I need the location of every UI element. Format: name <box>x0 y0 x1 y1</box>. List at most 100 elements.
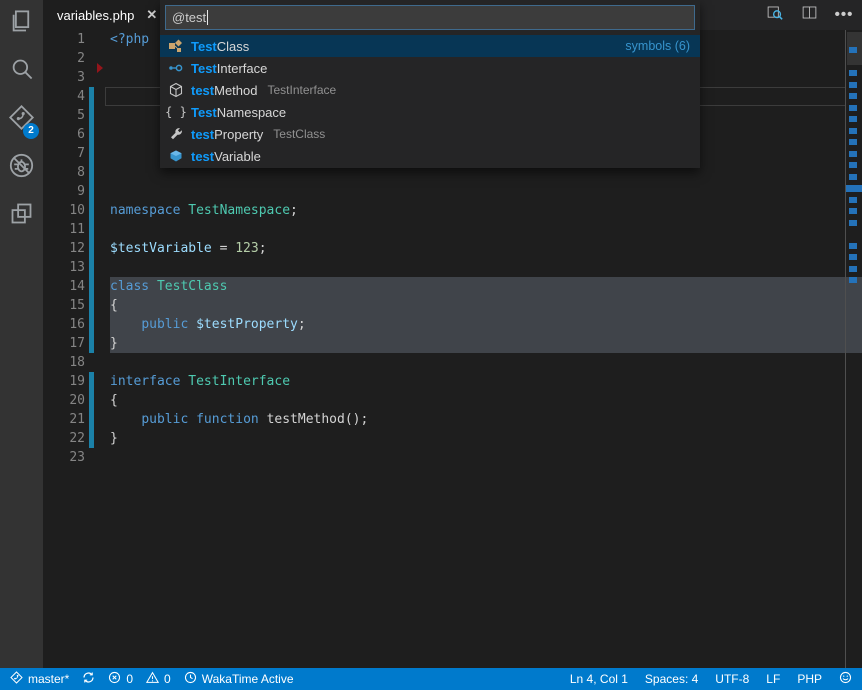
status-bar-item-feedback[interactable] <box>839 671 852 687</box>
quick-open-result-testMethod[interactable]: testMethodTestInterface <box>160 79 700 101</box>
split-editor-button[interactable] <box>799 5 819 25</box>
line-number[interactable]: 16 <box>43 315 85 334</box>
quick-open-result-TestClass[interactable]: TestClasssymbols (6) <box>160 35 700 57</box>
status-bar-item-label: Ln 4, Col 1 <box>570 672 628 686</box>
split-editor-icon <box>801 4 818 26</box>
code-line-22[interactable]: 22} <box>43 429 862 448</box>
status-bar-item-errors[interactable]: 0 <box>108 671 133 687</box>
status-bar-item-language-mode[interactable]: PHP <box>797 672 822 686</box>
activity-bar-item-search[interactable] <box>0 48 43 96</box>
line-number[interactable]: 14 <box>43 277 85 296</box>
code-line-9[interactable]: 9 <box>43 182 862 201</box>
symbol-label: TestClass <box>191 39 249 54</box>
line-number[interactable]: 4 <box>43 87 85 106</box>
tab-variables-php[interactable]: variables.php ✕ <box>43 0 167 30</box>
quick-open-result-TestNamespace[interactable]: { }TestNamespace <box>160 101 700 123</box>
symbol-label: TestNamespace <box>191 105 286 120</box>
line-number[interactable]: 1 <box>43 30 85 49</box>
code-line-15[interactable]: 15{ <box>43 296 862 315</box>
symbol-label: testVariable <box>191 149 261 164</box>
line-number[interactable]: 2 <box>43 49 85 68</box>
code-line-23[interactable]: 23 <box>43 448 862 467</box>
sync-icon <box>82 671 95 687</box>
git-modified-gutter-indicator <box>89 391 94 410</box>
text-cursor <box>207 10 208 25</box>
code-line-18[interactable]: 18 <box>43 353 862 372</box>
line-number[interactable]: 9 <box>43 182 85 201</box>
activity-bar: 2 <box>0 0 43 668</box>
line-number[interactable]: 11 <box>43 220 85 239</box>
code-text: <?php <box>110 30 149 49</box>
code-text: $testVariable = 123; <box>110 239 267 258</box>
code-text: interface TestInterface <box>110 372 290 391</box>
code-line-19[interactable]: 19 interface TestInterface <box>43 372 862 391</box>
overview-ruler-mark <box>849 93 857 99</box>
line-number[interactable]: 19 <box>43 372 85 391</box>
overview-ruler-mark <box>849 128 857 134</box>
line-number[interactable]: 18 <box>43 353 85 372</box>
line-number[interactable]: 8 <box>43 163 85 182</box>
code-line-17[interactable]: 17} <box>43 334 862 353</box>
more-actions-button[interactable]: ••• <box>834 5 854 25</box>
status-bar-item-cursor-position[interactable]: Ln 4, Col 1 <box>570 672 628 686</box>
code-line-10[interactable]: 10 namespace TestNamespace; <box>43 201 862 220</box>
warning-icon <box>146 671 159 687</box>
line-number[interactable]: 15 <box>43 296 85 315</box>
more-actions-icon: ••• <box>835 10 854 20</box>
line-number[interactable]: 3 <box>43 68 85 87</box>
overview-ruler-mark <box>849 82 857 88</box>
overview-ruler-mark <box>849 105 857 111</box>
line-number[interactable]: 22 <box>43 429 85 448</box>
line-number[interactable]: 20 <box>43 391 85 410</box>
line-number[interactable]: 6 <box>43 125 85 144</box>
line-number[interactable]: 10 <box>43 201 85 220</box>
quick-open-input[interactable]: @test <box>165 5 695 30</box>
status-bar-item-label: 0 <box>126 672 133 686</box>
status-bar-item-eol[interactable]: LF <box>766 672 780 686</box>
line-number[interactable]: 21 <box>43 410 85 429</box>
quick-open-result-testProperty[interactable]: testPropertyTestClass <box>160 123 700 145</box>
code-text: } <box>110 334 118 353</box>
line-number[interactable]: 7 <box>43 144 85 163</box>
line-number[interactable]: 23 <box>43 448 85 467</box>
open-preview-button[interactable] <box>764 5 784 25</box>
symbol-container-description: TestInterface <box>268 83 337 97</box>
code-line-21[interactable]: 21 public function testMethod(); <box>43 410 862 429</box>
line-number[interactable]: 5 <box>43 106 85 125</box>
symbol-container-description: TestClass <box>273 127 325 141</box>
code-line-12[interactable]: 12 $testVariable = 123; <box>43 239 862 258</box>
status-bar-item-git-branch[interactable]: master* <box>10 671 69 687</box>
status-bar-item-indentation[interactable]: Spaces: 4 <box>645 672 698 686</box>
interface-symbol-icon <box>168 60 184 76</box>
code-line-13[interactable]: 13 <box>43 258 862 277</box>
git-modified-gutter-indicator <box>89 144 94 163</box>
code-line-16[interactable]: 16 public $testProperty; <box>43 315 862 334</box>
code-line-11[interactable]: 11 <box>43 220 862 239</box>
status-bar-item-encoding[interactable]: UTF-8 <box>715 672 749 686</box>
git-modified-gutter-indicator <box>89 410 94 429</box>
line-number[interactable]: 17 <box>43 334 85 353</box>
code-line-14[interactable]: 14class TestClass <box>43 277 862 296</box>
code-line-20[interactable]: 20{ <box>43 391 862 410</box>
activity-bar-item-debug[interactable] <box>0 144 43 192</box>
quick-open-result-TestInterface[interactable]: TestInterface <box>160 57 700 79</box>
overview-ruler-border <box>845 30 846 668</box>
tab-close-icon[interactable]: ✕ <box>146 7 157 23</box>
activity-bar-item-explorer[interactable] <box>0 0 43 48</box>
status-bar-item-sync[interactable] <box>82 671 95 687</box>
scm-badge: 2 <box>23 123 39 139</box>
git-branch-icon <box>10 671 23 687</box>
files-icon <box>8 8 35 40</box>
code-text: namespace TestNamespace; <box>110 201 298 220</box>
activity-bar-item-extensions[interactable] <box>0 192 43 240</box>
git-modified-gutter-indicator <box>89 239 94 258</box>
status-bar-item-warnings[interactable]: 0 <box>146 671 171 687</box>
status-bar: master* 00 WakaTime Active Ln 4, Col 1 Spac… <box>0 668 862 690</box>
method-symbol-icon <box>168 82 184 98</box>
line-number[interactable]: 12 <box>43 239 85 258</box>
activity-bar-item-source-control[interactable]: 2 <box>0 96 43 144</box>
line-number[interactable]: 13 <box>43 258 85 277</box>
quick-open-result-testVariable[interactable]: testVariable <box>160 145 700 167</box>
git-modified-gutter-indicator <box>89 125 94 144</box>
status-bar-item-wakatime[interactable]: WakaTime Active <box>184 671 294 687</box>
